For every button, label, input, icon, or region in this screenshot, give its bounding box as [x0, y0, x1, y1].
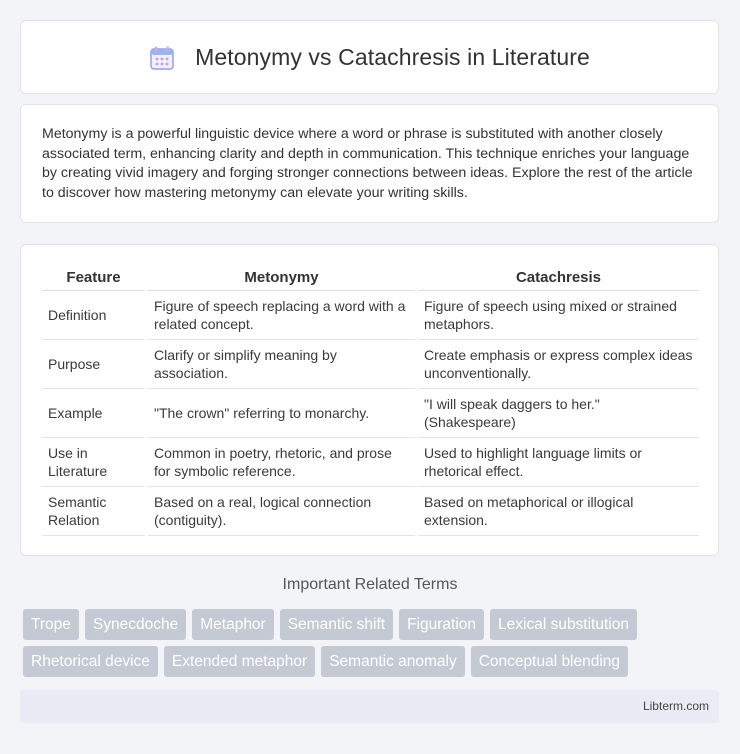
column-header-feature: Feature — [42, 263, 145, 291]
intro-paragraph: Metonymy is a powerful linguistic device… — [42, 126, 693, 201]
intro-card: Metonymy is a powerful linguistic device… — [20, 104, 719, 223]
catachresis-cell: Based on metaphorical or illogical exten… — [418, 487, 699, 536]
row-label: Purpose — [42, 340, 145, 389]
metonymy-cell: Common in poetry, rhetoric, and prose fo… — [148, 438, 415, 487]
row-label: Definition — [42, 291, 145, 340]
calendar-icon — [150, 46, 174, 70]
footer: Libterm.com — [20, 690, 719, 723]
column-header-metonymy: Metonymy — [148, 263, 415, 291]
table-row: Purpose Clarify or simplify meaning by a… — [42, 340, 699, 389]
header-card: Metonymy vs Catachresis in Literature — [20, 20, 719, 94]
row-label: Example — [42, 389, 145, 438]
metonymy-cell: Figure of speech replacing a word with a… — [148, 291, 415, 340]
column-header-catachresis: Catachresis — [418, 263, 699, 291]
tag-row: Trope Synecdoche Metaphor Semantic shift… — [23, 609, 723, 640]
footer-site-link[interactable]: Libterm.com — [643, 699, 709, 713]
tag-synecdoche[interactable]: Synecdoche — [84, 609, 187, 640]
tag-lexical-substitution[interactable]: Lexical substitution — [490, 609, 637, 640]
tag-figuration[interactable]: Figuration — [399, 609, 485, 640]
related-terms-title: Important Related Terms — [282, 576, 458, 593]
page-title: Metonymy vs Catachresis in Literature — [195, 43, 590, 70]
catachresis-cell: Figure of speech using mixed or strained… — [418, 291, 699, 340]
table-row: Example "The crown" referring to monarch… — [42, 389, 699, 438]
table-row: Semantic Relation Based on a real, logic… — [42, 487, 699, 536]
tag-semantic-anomaly[interactable]: Semantic anomaly — [321, 646, 465, 677]
catachresis-cell: Create emphasis or express complex ideas… — [418, 340, 699, 389]
table-row: Use in Literature Common in poetry, rhet… — [42, 438, 699, 487]
row-label: Semantic Relation — [42, 487, 145, 536]
table-row: Definition Figure of speech replacing a … — [42, 291, 699, 340]
tag-rhetorical-device[interactable]: Rhetorical device — [23, 646, 158, 677]
comparison-table: Feature Metonymy Catachresis Definition … — [39, 263, 702, 536]
tag-extended-metaphor[interactable]: Extended metaphor — [163, 646, 316, 677]
related-terms-tags: Trope Synecdoche Metaphor Semantic shift… — [23, 609, 723, 683]
metonymy-cell: Based on a real, logical connection (con… — [148, 487, 415, 536]
row-label: Use in Literature — [42, 438, 145, 487]
tag-metaphor[interactable]: Metaphor — [192, 609, 274, 640]
comparison-table-card: Feature Metonymy Catachresis Definition … — [20, 244, 719, 556]
metonymy-cell: Clarify or simplify meaning by associati… — [148, 340, 415, 389]
tag-trope[interactable]: Trope — [23, 609, 79, 640]
tag-conceptual-blending[interactable]: Conceptual blending — [470, 646, 629, 677]
table-header-row: Feature Metonymy Catachresis — [42, 263, 699, 291]
catachresis-cell: Used to highlight language limits or rhe… — [418, 438, 699, 487]
tag-row: Rhetorical device Extended metaphor Sema… — [23, 646, 723, 677]
catachresis-cell: "I will speak daggers to her." (Shakespe… — [418, 389, 699, 438]
tag-semantic-shift[interactable]: Semantic shift — [279, 609, 394, 640]
metonymy-cell: "The crown" referring to monarchy. — [148, 389, 415, 438]
